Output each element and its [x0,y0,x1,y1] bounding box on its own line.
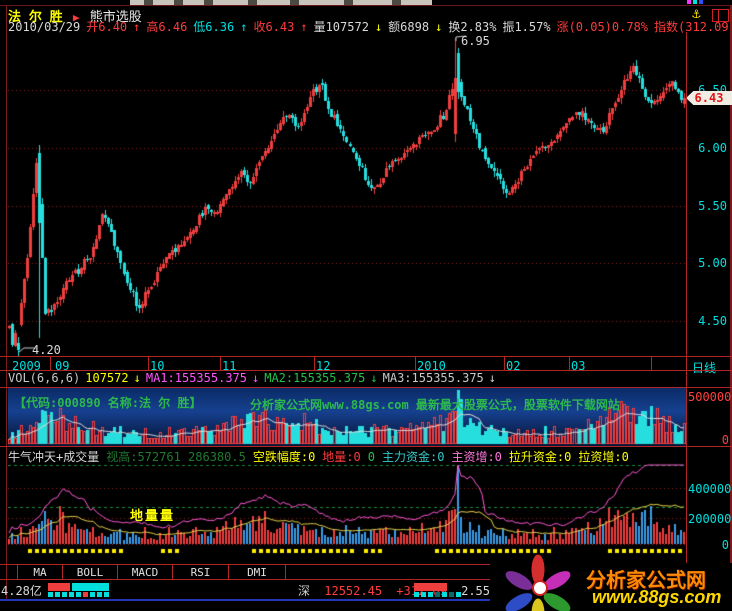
tab-dmi[interactable]: DMI [229,566,285,579]
tick-square [456,592,461,597]
vol-ma2-value: MA2:155355.375 [264,371,365,385]
volume-axis-max: 500000 [688,390,729,404]
flower-petal-icon [503,589,535,611]
sz-trend-bar [414,583,447,591]
low-price-annotation: 4.20 [32,343,61,357]
tick-square [414,592,419,597]
down-arrow-icon: ↓ [252,371,259,385]
tick-square [48,592,53,597]
price-axis-label: 5.00 [698,256,727,270]
ad-banner-text: 分析家公式网www.88gs.com 最新最大股票公式，股票软件下载网站 [250,396,620,413]
tick-square [55,592,60,597]
indicator-chart[interactable] [8,462,686,558]
tick-square [421,592,426,597]
window-border-left [6,5,7,601]
time-axis: 日线 20090910111220100203 [0,356,732,371]
sh-amount-value: 4.28亿 [1,582,42,599]
bar-segment-red [414,583,447,591]
diliang-label: 地量量 [130,505,175,524]
watermark-site-url: www.88gs.com [592,587,721,608]
sz-tick-squares [414,592,461,597]
tick-square [90,592,95,597]
sh-trend-bar [48,583,109,591]
month-tick [415,357,416,370]
month-tick [314,357,315,370]
vol-value: 107572 [85,371,128,385]
current-price-value: 6.43 [695,91,724,105]
tab-rsi[interactable]: RSI [173,566,228,579]
main-price-chart[interactable] [8,32,686,356]
index-value: 12552.45 [324,584,382,598]
high-price-annotation: 6.95 [461,34,490,48]
tick-square [83,592,88,597]
tick-square [62,592,67,597]
month-tick [220,357,221,370]
divider [0,446,732,447]
market-label: 深 [298,584,310,598]
tick-square [76,592,81,597]
sh-tick-squares [48,592,109,597]
price-axis-label: 5.50 [698,199,727,213]
tick-square [69,592,74,597]
tick-square [97,592,102,597]
flower-center-icon [532,580,548,596]
price-axis-label: 4.50 [698,314,727,328]
month-tick [504,357,505,370]
month-tick [50,357,51,370]
tab-boll[interactable]: BOLL [63,566,117,579]
watermark: 分析家公式网 www.88gs.com [490,563,732,611]
tick-square [442,592,447,597]
tick-square [435,592,440,597]
vol-indicator-name: VOL(6,6,6) [8,371,80,385]
indicator-axis-0: 0 [688,538,729,552]
current-price-tag: 6.43 [686,91,732,105]
bar-segment-cyan [72,583,109,591]
down-arrow-icon: ↓ [370,371,377,385]
stock-code-banner: 【代码:000890 名称:法 尔 胜】 [14,394,201,411]
volume-axis-min: 0 [688,433,729,447]
flower-petal-icon [503,567,535,593]
down-arrow-icon: ↓ [134,371,141,385]
tab-separator [285,565,286,579]
volume-header: VOL(6,6,6) 107572 ↓ MA1:155355.375 ↓ MA2:1553… [8,371,730,385]
tick-square [104,592,109,597]
tick-square [428,592,433,597]
window-bottom-border [0,599,492,601]
vol-ma1-value: MA1:155355.375 [146,371,247,385]
price-axis-label: 6.00 [698,141,727,155]
price-axis: 6.506.005.505.004.50 [688,0,729,360]
tick-square [449,592,454,597]
month-tick [569,357,570,370]
month-tick [148,357,149,370]
indicator-axis-200k: 200000 [688,512,729,526]
month-tick [651,357,652,370]
down-arrow-icon: ↓ [489,371,496,385]
vol-ma3-value: MA3:155355.375 [383,371,484,385]
tab-ma[interactable]: MA [18,566,62,579]
flower-petal-icon [532,599,545,611]
bar-segment-red [48,583,70,591]
indicator-axis-400k: 400000 [688,482,729,496]
stock-app-window: 法 尔 胜 ▶ 熊市选股 ⚓ 2010/03/29开6.40↑高6.46低6.3… [0,0,732,611]
axis-separator-line [686,32,687,563]
tab-macd[interactable]: MACD [118,566,172,579]
